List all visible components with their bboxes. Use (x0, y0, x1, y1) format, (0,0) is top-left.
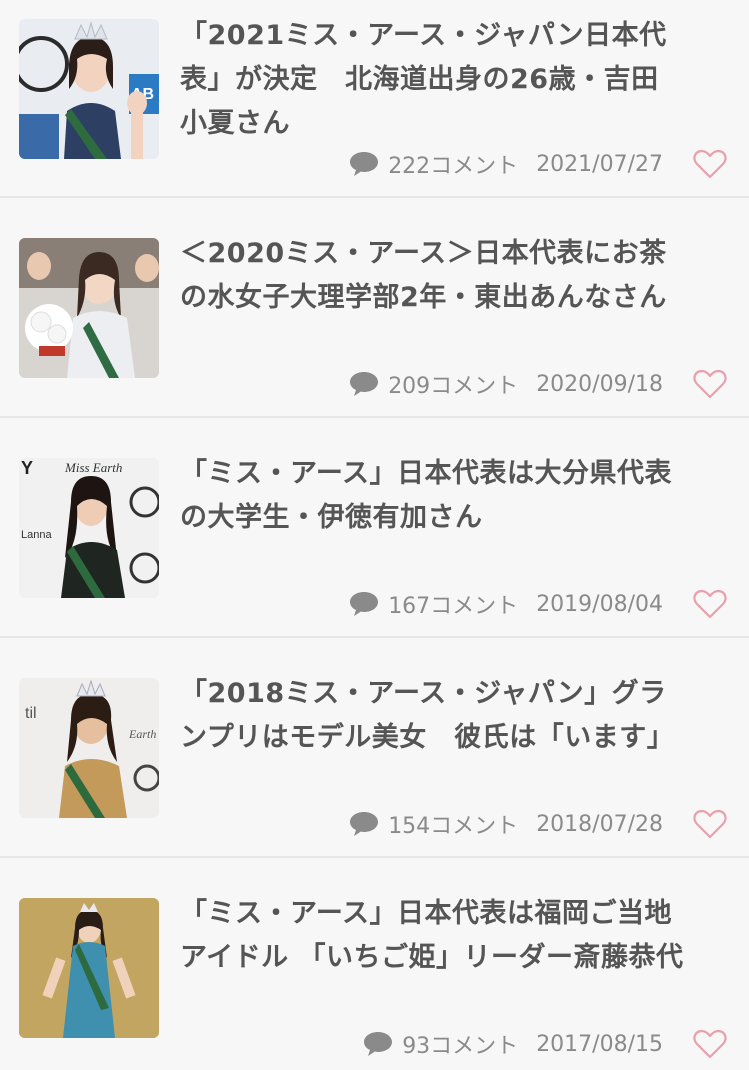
comment-count[interactable]: 154コメント (388, 808, 518, 840)
pageant-photo-image: til Earth (19, 678, 159, 818)
pageant-photo-image (19, 238, 159, 378)
article-item[interactable]: 「ミス・アース」日本代表は福岡ご当地 アイドル 「いちご姫」リーダー斎藤恭代 9… (0, 858, 749, 1070)
article-item[interactable]: AB 「2021ミス・アース・ジャパン日本代 表」が決定 北海道出身の26歳・吉… (0, 0, 749, 198)
article-meta: 209コメント 2020/09/18 (348, 366, 727, 402)
svg-text:Earth: Earth (128, 727, 156, 741)
comment-count[interactable]: 93コメント (402, 1028, 518, 1060)
article-title[interactable]: ＜2020ミス・アース＞日本代表にお茶 の水女子大理学部2年・東出あんなさん (180, 232, 723, 320)
heart-outline-icon[interactable] (693, 369, 727, 399)
heart-outline-icon[interactable] (693, 809, 727, 839)
article-title[interactable]: 「2021ミス・アース・ジャパン日本代 表」が決定 北海道出身の26歳・吉田 小… (180, 14, 723, 146)
article-item[interactable]: til Earth 「2018ミス・アース・ジャパン」グラ ンプリはモデル美女 … (0, 638, 749, 858)
comment-bubble-icon (350, 592, 379, 616)
heart-outline-icon[interactable] (693, 589, 727, 619)
svg-text:Miss Earth: Miss Earth (64, 460, 122, 475)
article-title[interactable]: 「2018ミス・アース・ジャパン」グラ ンプリはモデル美女 彼氏は「います」 (180, 672, 723, 760)
comment-count[interactable]: 167コメント (388, 588, 518, 620)
pageant-photo-image: Y Miss Earth Lanna (19, 458, 159, 598)
article-date: 2017/08/15 (536, 1031, 663, 1057)
heart-outline-icon[interactable] (693, 149, 727, 179)
heart-outline-icon[interactable] (693, 1029, 727, 1059)
article-thumbnail[interactable]: til Earth (19, 678, 159, 818)
article-title[interactable]: 「ミス・アース」日本代表は福岡ご当地 アイドル 「いちご姫」リーダー斎藤恭代 (180, 892, 723, 980)
svg-text:Y: Y (21, 458, 33, 478)
comment-bubble-icon (364, 1032, 393, 1056)
article-date: 2018/07/28 (536, 811, 663, 837)
article-item[interactable]: ＜2020ミス・アース＞日本代表にお茶 の水女子大理学部2年・東出あんなさん 2… (0, 198, 749, 418)
article-item[interactable]: Y Miss Earth Lanna 「ミス・アース」日本代表は大分県代表 の大… (0, 418, 749, 638)
pageant-photo-image: AB (19, 19, 159, 159)
article-date: 2019/08/04 (536, 591, 663, 617)
article-meta: 93コメント 2017/08/15 (362, 1026, 727, 1062)
article-thumbnail[interactable] (19, 238, 159, 378)
pageant-photo-image (19, 898, 159, 1038)
article-title[interactable]: 「ミス・アース」日本代表は大分県代表 の大学生・伊徳有加さん (180, 452, 723, 540)
comment-bubble-icon (350, 372, 379, 396)
article-meta: 222コメント 2021/07/27 (348, 146, 727, 182)
comment-bubble-icon (350, 152, 379, 176)
comment-count[interactable]: 222コメント (388, 148, 518, 180)
article-meta: 154コメント 2018/07/28 (348, 806, 727, 842)
article-date: 2020/09/18 (536, 371, 663, 397)
article-thumbnail[interactable]: AB (19, 19, 159, 159)
article-date: 2021/07/27 (536, 151, 663, 177)
article-list: AB 「2021ミス・アース・ジャパン日本代 表」が決定 北海道出身の26歳・吉… (0, 0, 749, 1070)
svg-text:Lanna: Lanna (21, 529, 52, 541)
comment-count[interactable]: 209コメント (388, 368, 518, 400)
article-meta: 167コメント 2019/08/04 (348, 586, 727, 622)
article-thumbnail[interactable] (19, 898, 159, 1038)
comment-bubble-icon (350, 812, 379, 836)
svg-text:til: til (25, 705, 37, 722)
article-thumbnail[interactable]: Y Miss Earth Lanna (19, 458, 159, 598)
